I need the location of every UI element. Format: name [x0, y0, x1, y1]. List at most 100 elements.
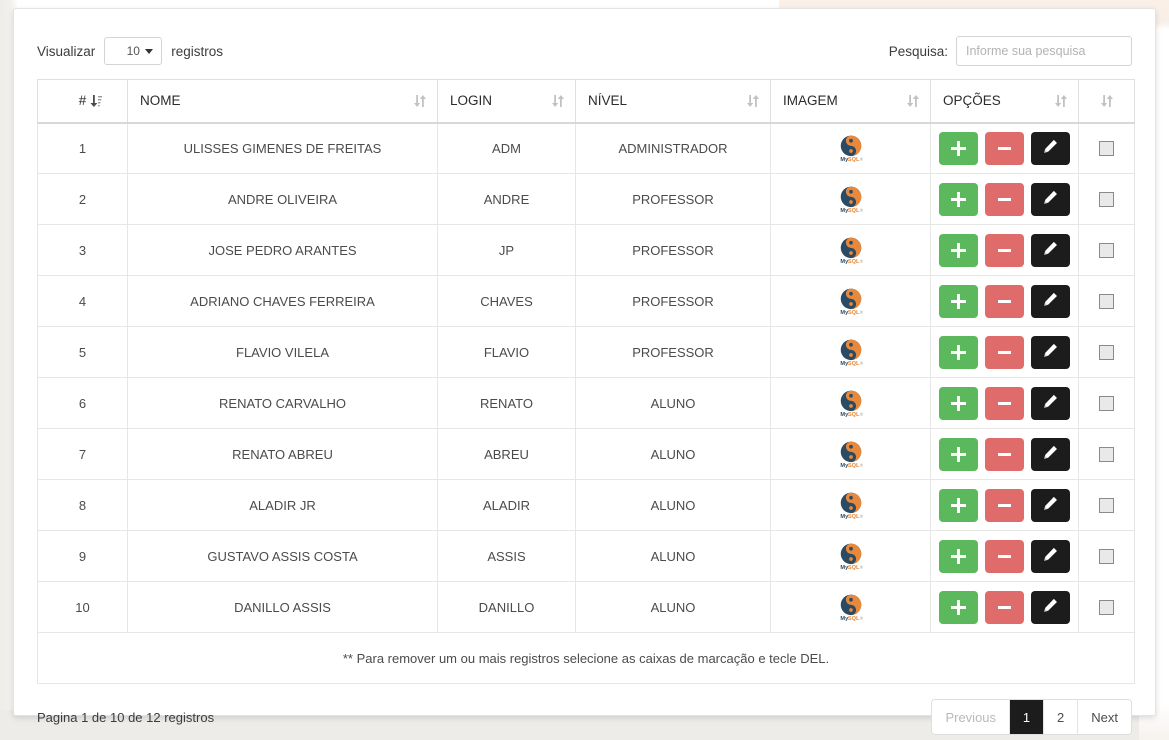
cell-nivel: PROFESSOR [575, 275, 771, 327]
add-button[interactable] [939, 131, 978, 165]
cell-opcoes [930, 479, 1079, 531]
row-select-checkbox[interactable] [1099, 396, 1114, 412]
remove-button[interactable] [985, 233, 1024, 267]
remove-button[interactable] [985, 590, 1024, 624]
edit-button[interactable] [1031, 488, 1070, 522]
plus-icon [951, 548, 966, 564]
row-select-checkbox[interactable] [1099, 600, 1114, 616]
minus-icon [997, 243, 1012, 258]
cell-nome: RENATO CARVALHO [127, 377, 438, 429]
row-select-checkbox[interactable] [1099, 192, 1114, 208]
pagination-next[interactable]: Next [1078, 700, 1131, 734]
svg-text:SQL: SQL [847, 513, 859, 519]
cell-login: ALADIR [437, 479, 576, 531]
plus-icon [951, 242, 966, 258]
page-length-select[interactable]: 10 [104, 37, 163, 65]
table-row: 4 ADRIANO CHAVES FERREIRA CHAVES PROFESSOR M… [37, 275, 1135, 327]
edit-button[interactable] [1031, 233, 1070, 267]
edit-button[interactable] [1031, 284, 1070, 318]
add-button[interactable] [939, 386, 978, 420]
pagination-page-2[interactable]: 2 [1044, 700, 1079, 734]
row-action-group [939, 590, 1070, 624]
mysql-logo-icon: My SQL ® [836, 389, 866, 418]
cell-login: RENATO [437, 377, 576, 429]
plus-icon [951, 344, 966, 360]
edit-button[interactable] [1031, 437, 1070, 471]
plus-icon [951, 497, 966, 513]
add-button[interactable] [939, 182, 978, 216]
edit-button[interactable] [1031, 182, 1070, 216]
pencil-icon [1043, 190, 1058, 208]
add-button[interactable] [939, 590, 978, 624]
cell-imagem: My SQL ® [770, 530, 931, 582]
table-row: 7 RENATO ABREU ABREU ALUNO My SQL ® [37, 428, 1135, 480]
row-select-checkbox[interactable] [1099, 345, 1114, 361]
edit-button[interactable] [1031, 335, 1070, 369]
row-select-checkbox[interactable] [1099, 447, 1114, 463]
cell-num: 1 [37, 122, 128, 174]
svg-text:®: ® [859, 308, 863, 314]
pencil-icon [1043, 241, 1058, 259]
pagination-previous[interactable]: Previous [932, 700, 1011, 734]
remove-button[interactable] [985, 539, 1024, 573]
edit-button[interactable] [1031, 590, 1070, 624]
column-header-nome-label: NOME [140, 93, 181, 109]
column-header-select[interactable] [1078, 79, 1135, 124]
remove-button[interactable] [985, 284, 1024, 318]
svg-text:®: ® [859, 359, 863, 365]
svg-text:®: ® [859, 257, 863, 263]
add-button[interactable] [939, 437, 978, 471]
cell-imagem: My SQL ® [770, 275, 931, 327]
column-header-num[interactable]: # [37, 79, 128, 124]
cell-login: DANILLO [437, 581, 576, 633]
mysql-logo-icon: My SQL ® [836, 440, 866, 469]
pencil-icon [1043, 394, 1058, 412]
remove-button[interactable] [985, 335, 1024, 369]
remove-button[interactable] [985, 131, 1024, 165]
cell-nome: ADRIANO CHAVES FERREIRA [127, 275, 438, 327]
cell-nivel: ALUNO [575, 428, 771, 480]
remove-button[interactable] [985, 182, 1024, 216]
cell-nome: GUSTAVO ASSIS COSTA [127, 530, 438, 582]
edit-button[interactable] [1031, 386, 1070, 420]
column-header-opcoes[interactable]: OPÇÕES [930, 79, 1079, 124]
row-select-checkbox[interactable] [1099, 549, 1114, 565]
column-header-nivel[interactable]: NÍVEL [575, 79, 771, 124]
add-button[interactable] [939, 539, 978, 573]
column-header-login-label: LOGIN [450, 93, 493, 109]
add-button[interactable] [939, 335, 978, 369]
row-select-checkbox[interactable] [1099, 141, 1114, 157]
add-button[interactable] [939, 488, 978, 522]
mysql-logo-icon: My SQL ® [836, 542, 866, 571]
plus-icon [951, 191, 966, 207]
add-button[interactable] [939, 284, 978, 318]
remove-button[interactable] [985, 386, 1024, 420]
search-input[interactable] [956, 36, 1132, 66]
add-button[interactable] [939, 233, 978, 267]
cell-nome: FLAVIO VILELA [127, 326, 438, 378]
column-header-login[interactable]: LOGIN [437, 79, 576, 124]
plus-icon [951, 599, 966, 615]
row-select-checkbox[interactable] [1099, 498, 1114, 514]
sort-both-icon [747, 94, 759, 108]
table-row: 10 DANILLO ASSIS DANILLO ALUNO My SQL ® [37, 581, 1135, 633]
column-header-imagem[interactable]: IMAGEM [770, 79, 931, 124]
row-select-checkbox[interactable] [1099, 294, 1114, 310]
table-row: 5 FLAVIO VILELA FLAVIO PROFESSOR My SQL ® [37, 326, 1135, 378]
row-action-group [939, 488, 1070, 522]
remove-button[interactable] [985, 488, 1024, 522]
pagination-page-1[interactable]: 1 [1010, 700, 1045, 734]
cell-num: 7 [37, 428, 128, 480]
table-row: 2 ANDRE OLIVEIRA ANDRE PROFESSOR My SQL ® [37, 173, 1135, 225]
table-row: 6 RENATO CARVALHO RENATO ALUNO My SQL ® [37, 377, 1135, 429]
edit-button[interactable] [1031, 131, 1070, 165]
remove-button[interactable] [985, 437, 1024, 471]
edit-button[interactable] [1031, 539, 1070, 573]
datatable-controls: Visualizar 10 registros Pesquisa: [37, 31, 1132, 71]
column-header-nome[interactable]: NOME [127, 79, 438, 124]
pencil-icon [1043, 343, 1058, 361]
row-select-checkbox[interactable] [1099, 243, 1114, 259]
page-length-label-before: Visualizar [37, 43, 96, 59]
minus-icon [997, 294, 1012, 309]
mysql-logo-icon: My SQL ® [836, 185, 866, 214]
